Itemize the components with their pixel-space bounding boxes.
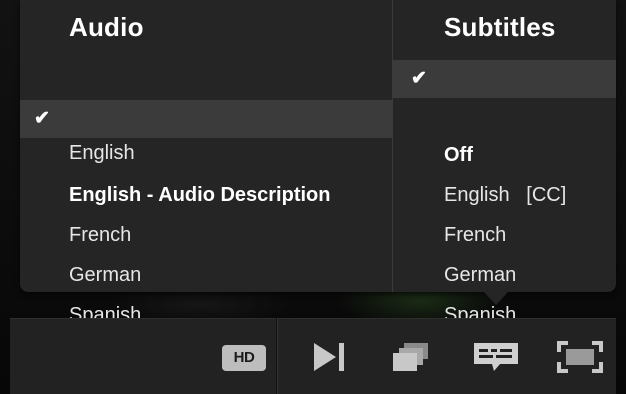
video-player: Audio English ✔ English - Audio Descript… bbox=[0, 0, 626, 394]
subtitle-option-french[interactable]: French bbox=[393, 140, 616, 246]
menu-pointer bbox=[484, 292, 508, 305]
audio-option-french[interactable]: French bbox=[20, 140, 392, 246]
subtitle-option-german[interactable]: German bbox=[393, 180, 616, 286]
fullscreen-button[interactable] bbox=[556, 340, 604, 374]
hd-button[interactable]: HD bbox=[222, 345, 266, 371]
subtitle-option-english-cc[interactable]: English [CC] bbox=[393, 100, 616, 206]
episodes-icon bbox=[388, 343, 434, 378]
audio-subtitles-menu: Audio English ✔ English - Audio Descript… bbox=[20, 0, 616, 326]
audio-option-english[interactable]: English bbox=[20, 58, 392, 164]
audio-option-english-audio-description[interactable]: ✔ English - Audio Description bbox=[20, 100, 392, 206]
next-episode-button[interactable] bbox=[310, 340, 350, 374]
audio-option-label: German bbox=[69, 264, 142, 286]
subtitles-icon bbox=[470, 343, 522, 378]
episodes-button[interactable] bbox=[388, 340, 434, 374]
subtitles-button[interactable] bbox=[470, 340, 522, 374]
next-episode-icon bbox=[310, 343, 350, 378]
fullscreen-icon bbox=[556, 341, 604, 378]
check-icon: ✔ bbox=[411, 68, 427, 89]
subtitle-option-off[interactable]: ✔ Off bbox=[393, 60, 616, 166]
subtitles-heading: Subtitles bbox=[444, 12, 556, 42]
subtitle-option-spanish[interactable]: Spanish bbox=[393, 220, 616, 326]
check-icon: ✔ bbox=[34, 108, 50, 129]
control-divider bbox=[276, 318, 277, 394]
subtitle-option-label: German bbox=[444, 264, 517, 286]
audio-option-spanish[interactable]: Spanish bbox=[20, 220, 392, 326]
audio-option-german[interactable]: German bbox=[20, 180, 392, 286]
audio-heading: Audio bbox=[69, 12, 144, 42]
